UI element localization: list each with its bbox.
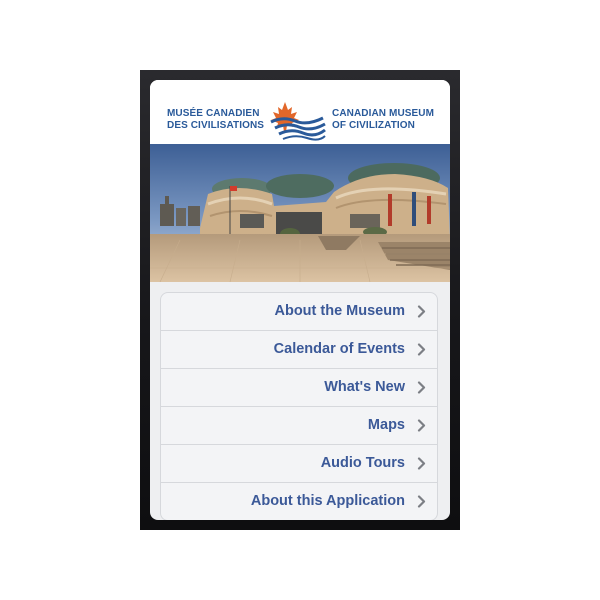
menu-item-label: Calendar of Events	[273, 341, 405, 357]
menu-item-label: Maps	[367, 417, 405, 433]
chevron-right-icon	[417, 381, 426, 394]
main-menu: About the Museum Calendar of Events What…	[160, 292, 438, 520]
menu-item-label: About this Application	[250, 493, 405, 509]
app-header: MUSÉE CANADIEN DES CIVILISATIONS CANADIA…	[150, 80, 450, 144]
chevron-right-icon	[417, 457, 426, 470]
menu-item-calendar-of-events[interactable]: Calendar of Events	[160, 331, 438, 369]
chevron-right-icon	[417, 495, 426, 508]
menu-item-audio-tours[interactable]: Audio Tours	[160, 445, 438, 483]
museum-building-photo	[150, 144, 450, 282]
logo-text-french: MUSÉE CANADIEN DES CIVILISATIONS	[167, 108, 264, 132]
device-frame: MUSÉE CANADIEN DES CIVILISATIONS CANADIA…	[140, 70, 460, 530]
menu-item-label: Audio Tours	[320, 455, 405, 471]
menu-item-label: What's New	[324, 379, 405, 395]
logo-fr-line-2: DES CIVILISATIONS	[167, 120, 265, 131]
chevron-right-icon	[417, 305, 426, 318]
menu-item-whats-new[interactable]: What's New	[160, 369, 438, 407]
logo-text-english: CANADIAN MUSEUM OF CIVILIZATION	[332, 108, 434, 132]
logo-en-line-1: CANADIAN MUSEUM	[332, 108, 435, 119]
logo-en-line-2: OF CIVILIZATION	[332, 120, 415, 131]
chevron-right-icon	[417, 419, 426, 432]
chevron-right-icon	[417, 343, 426, 356]
logo-fr-line-1: MUSÉE CANADIEN	[167, 108, 260, 119]
app-screen: MUSÉE CANADIEN DES CIVILISATIONS CANADIA…	[150, 80, 450, 520]
menu-item-label: About the Museum	[274, 303, 406, 319]
maple-leaf-logo-icon	[270, 102, 326, 141]
menu-item-maps[interactable]: Maps	[160, 407, 438, 445]
menu-item-about-application[interactable]: About this Application	[160, 483, 438, 520]
menu-item-about-museum[interactable]: About the Museum	[160, 292, 438, 331]
